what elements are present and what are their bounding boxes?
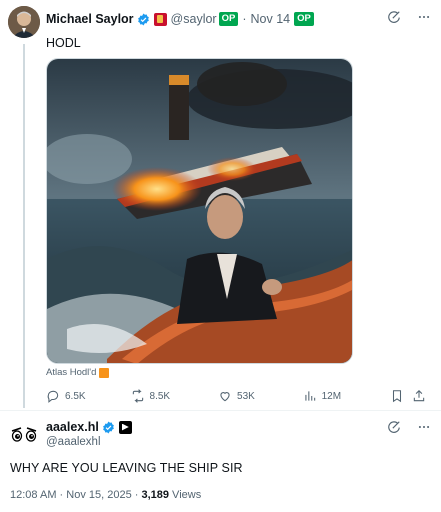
tweet-text: HODL xyxy=(46,36,81,50)
share-button[interactable] xyxy=(412,389,426,403)
author-handle[interactable]: @aaalexhl xyxy=(46,436,101,448)
author-handle[interactable]: @saylor xyxy=(171,12,217,26)
bookmark-button[interactable] xyxy=(390,389,412,403)
author-name[interactable]: aaalex.hl xyxy=(46,420,99,434)
more-horizontal-icon[interactable] xyxy=(415,8,433,26)
tweet-meta: 12:08 AM · Nov 15, 2025 · 3,189 Views xyxy=(10,489,201,501)
repost-count: 8.5K xyxy=(149,390,171,402)
reply-button[interactable]: 6.5K xyxy=(46,389,131,403)
heart-icon xyxy=(220,392,230,402)
views-count: 12M xyxy=(321,390,342,402)
affiliate-badge-icon xyxy=(153,12,167,26)
affiliate-badge-icon xyxy=(118,420,132,434)
tweet-action-bar: 6.5K 8.5K 53K 12M xyxy=(46,386,426,406)
views-label: Views xyxy=(169,489,202,501)
author-name[interactable]: Michael Saylor xyxy=(46,12,134,26)
reply-tweet[interactable]: aaalex.hl @aaalexhl WHY ARE YOU LEAVING … xyxy=(0,411,441,512)
views-button[interactable]: 12M xyxy=(303,389,391,403)
bookmark-icon xyxy=(393,390,402,403)
repost-button[interactable]: 8.5K xyxy=(131,389,219,403)
avatar[interactable] xyxy=(8,6,40,38)
avatar[interactable] xyxy=(8,419,40,451)
tweet-top-actions xyxy=(385,418,433,436)
tweet-date[interactable]: Nov 14 xyxy=(251,12,291,26)
op-badge: OP xyxy=(218,12,239,26)
original-tweet[interactable]: Michael Saylor @saylor OP · Nov 14 OP HO… xyxy=(0,0,441,408)
views-count: 3,189 xyxy=(141,489,169,501)
reply-icon xyxy=(47,390,59,403)
grok-icon[interactable] xyxy=(385,8,403,26)
separator-dot: · xyxy=(242,12,247,26)
media-caption-text: Atlas Hodl'd xyxy=(46,367,97,378)
verified-check-icon xyxy=(102,421,115,434)
media-caption: Atlas Hodl'd xyxy=(46,367,110,378)
tweet-image[interactable] xyxy=(46,58,353,364)
share-icon xyxy=(413,390,425,402)
repost-icon xyxy=(132,389,143,403)
tweet-top-actions xyxy=(385,8,433,26)
reply-count: 6.5K xyxy=(65,390,86,402)
tweet-header: aaalex.hl xyxy=(46,420,132,434)
more-horizontal-icon[interactable] xyxy=(415,418,433,436)
like-count: 53K xyxy=(237,390,255,402)
views-bar-chart-icon xyxy=(304,391,315,401)
grok-icon[interactable] xyxy=(385,418,403,436)
tweet-timestamp[interactable]: 12:08 AM · Nov 15, 2025 · xyxy=(10,489,141,501)
op-badge-date: OP xyxy=(294,12,314,26)
verified-check-icon xyxy=(137,13,150,26)
tweet-text: WHY ARE YOU LEAVING THE SHIP SIR xyxy=(10,461,243,475)
bitcoin-orange-square-icon xyxy=(99,367,110,378)
thread-connector-line xyxy=(23,44,25,408)
tweet-header: Michael Saylor @saylor OP · Nov 14 OP xyxy=(46,10,314,28)
like-button[interactable]: 53K xyxy=(218,389,303,403)
